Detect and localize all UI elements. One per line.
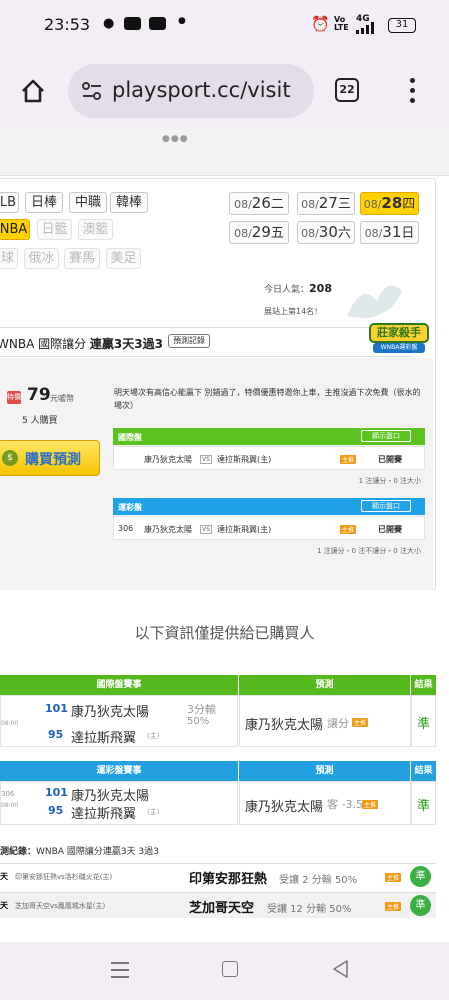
main-pick-badge: 主推 bbox=[340, 455, 357, 464]
section-header: WNBA 國際讓分 連贏3天3過3 預測記錄 bbox=[0, 327, 411, 357]
sport-tab-horse[interactable]: 賽馬 bbox=[64, 248, 100, 269]
intl-show-odds-button[interactable]: 顯示盤口 bbox=[361, 430, 411, 442]
date-button[interactable]: 08/27三 bbox=[297, 192, 355, 215]
sport-tab-mlb[interactable]: LB bbox=[0, 192, 19, 213]
status-bar: 23:53 ● ● ⏰ Vo LTE 4G 31 bbox=[0, 0, 449, 52]
intl-header: 國際盤 顯示盤口 bbox=[113, 428, 425, 445]
date-button[interactable]: 08/26二 bbox=[229, 192, 289, 215]
sport-tab-kbo[interactable]: 韓棒 bbox=[110, 192, 148, 213]
lottery-result-cell: 準 bbox=[411, 781, 436, 825]
url-text[interactable]: playsport.cc/visit bbox=[112, 78, 308, 102]
volte-icon: Vo LTE bbox=[334, 15, 349, 32]
recent-apps-icon[interactable] bbox=[111, 962, 129, 978]
lottery-pick-cell: 康乃狄克太陽 客 -3.5 主推 bbox=[239, 781, 411, 825]
prediction-body: 特價 79 元噓幣 5 人購買 $ 購買預測 明天場次有高信心能贏下 別錯過了，… bbox=[0, 358, 433, 590]
lottery-home-team: 達拉斯飛翼(主) bbox=[217, 525, 272, 534]
intl-result-cell: 準 bbox=[411, 695, 436, 747]
price-amount: 79 bbox=[27, 385, 51, 405]
lottery-game-cell: 306 08:00 101 康乃狄克太陽 95 達拉斯飛翼 (主) bbox=[0, 781, 238, 825]
price-unit: 元噓幣 bbox=[50, 394, 74, 403]
dot-icon: ● bbox=[178, 16, 186, 26]
buyers-only-notice: 以下資訊僅提供給已購買人 bbox=[134, 624, 315, 642]
sport-tab-cpbl[interactable]: 中職 bbox=[69, 192, 107, 213]
lottery-away-team: 康乃狄克太陽 bbox=[144, 525, 192, 534]
battery-icon: 31 bbox=[388, 18, 416, 33]
splash-decoration bbox=[342, 271, 407, 321]
sport-tab-nfl[interactable]: 美足 bbox=[106, 248, 141, 269]
history-title: 測紀錄：WNBA 國際讓分連贏3天 3過3 bbox=[0, 847, 159, 857]
intl-match-row: 康乃狄克太陽 VS 達拉斯飛翼(主) 主推 已開賽 bbox=[113, 446, 425, 470]
history-row: 天印第安那狂熱vs洛杉磯火花(主) 印第安那狂熱 受讓 2 分輸 50% 主推準 bbox=[0, 863, 436, 889]
sport-tab-nba[interactable]: NBA bbox=[0, 219, 30, 240]
sport-tab-khl[interactable]: 俄冰 bbox=[24, 248, 59, 269]
buy-prediction-button[interactable]: $ 購買預測 bbox=[0, 440, 100, 476]
lottery-header: 運彩盤 顯示盤口 bbox=[113, 498, 425, 515]
menu-icon[interactable] bbox=[410, 78, 416, 104]
intl-game-cell: 08:00 101 康乃狄克太陽 95 達拉斯飛翼 (主) 3分輸 50% bbox=[0, 695, 238, 747]
alarm-icon: ⏰ bbox=[311, 15, 330, 33]
home-nav-icon[interactable] bbox=[222, 961, 238, 977]
youtube-icon bbox=[124, 17, 141, 30]
android-nav-bar bbox=[0, 942, 449, 1000]
popularity-line: 今日人氣：208 bbox=[264, 282, 332, 295]
back-icon[interactable] bbox=[332, 960, 348, 978]
prediction-card: LB 日棒 中職 韓棒 NBA 日籃 澳籃 足球 俄冰 賽馬 美足 08/26二… bbox=[0, 178, 436, 590]
sport-tab-npb[interactable]: 日棒 bbox=[25, 192, 63, 213]
intl-away-team: 康乃狄克太陽 bbox=[144, 455, 192, 464]
history-row: 天芝加哥天空vs鳳凰城水星(主) 芝加哥天空 受讓 12 分輸 50% 主推準 bbox=[0, 892, 436, 918]
chat-icon: ● bbox=[103, 16, 115, 31]
signal-icon bbox=[356, 22, 382, 34]
web-page: ●●● LB 日棒 中職 韓棒 NBA 日籃 澳籃 足球 俄冰 賽馬 美足 08… bbox=[0, 130, 449, 942]
status-time: 23:53 bbox=[44, 15, 91, 34]
date-button[interactable]: 08/30六 bbox=[297, 221, 355, 244]
sport-tab-jbl[interactable]: 日籃 bbox=[37, 219, 72, 240]
lottery-show-odds-button[interactable]: 顯示盤口 bbox=[361, 500, 411, 512]
lottery-summary: 1 注讓分・0 注不讓分・0 注大小 bbox=[316, 547, 421, 555]
result-badge: 準 bbox=[410, 895, 431, 916]
section-title: WNBA 國際讓分 連贏3天3過3 bbox=[0, 337, 163, 351]
intl-status: 已開賽 bbox=[378, 455, 402, 464]
page-drag-handle[interactable]: ●●● bbox=[0, 130, 449, 176]
bookie-killer-logo: 莊家殺手 WNBA運彩盤 bbox=[365, 323, 433, 359]
sale-tag: 特價 bbox=[7, 391, 21, 404]
drag-dots: ●●● bbox=[162, 134, 189, 144]
date-button[interactable]: 08/29五 bbox=[229, 221, 289, 244]
site-settings-icon[interactable] bbox=[82, 82, 102, 100]
record-button[interactable]: 預測記錄 bbox=[168, 334, 210, 348]
lottery-status: 已開賽 bbox=[378, 525, 402, 534]
address-bar[interactable]: playsport.cc/visit bbox=[68, 64, 314, 118]
tab-switcher-button[interactable]: 22 bbox=[335, 78, 359, 102]
intl-home-team: 達拉斯飛翼(主) bbox=[217, 455, 272, 464]
youtube-icon-2 bbox=[149, 17, 166, 30]
home-icon[interactable] bbox=[20, 78, 46, 104]
lottery-result-table: 運彩盤賽事 預測 結果 306 08:00 101 康乃狄克太陽 95 達拉斯飛… bbox=[0, 761, 436, 833]
date-button[interactable]: 08/28四 bbox=[360, 192, 419, 215]
intl-summary: 1 注讓分・0 注大小 bbox=[358, 477, 421, 485]
buy-button-label: 購買預測 bbox=[25, 452, 81, 468]
lottery-match-row: 306 康乃狄克太陽 VS 達拉斯飛翼(主) 主推 已開賽 bbox=[113, 516, 425, 540]
buyer-count: 5 人購買 bbox=[22, 416, 58, 426]
intl-pick-cell: 康乃狄克太陽 讓分 主推 bbox=[239, 695, 411, 747]
coin-icon: $ bbox=[2, 450, 18, 466]
browser-toolbar: playsport.cc/visit 22 bbox=[0, 52, 449, 130]
sport-tab-nbl[interactable]: 澳籃 bbox=[78, 219, 113, 240]
intl-result-table: 國際盤賽事 預測 結果 08:00 101 康乃狄克太陽 95 達拉斯飛翼 (主… bbox=[0, 675, 436, 747]
predictor-note: 明天場次有高信心能贏下 別錯過了，特價優惠特邀你上車，主推沒過下次免費（很水的場… bbox=[114, 388, 421, 410]
sport-tab-soccer[interactable]: 足球 bbox=[0, 248, 18, 269]
result-badge: 準 bbox=[410, 866, 431, 887]
date-button[interactable]: 08/31日 bbox=[360, 221, 419, 244]
site-rank: 展站上第14名！ bbox=[264, 307, 323, 316]
